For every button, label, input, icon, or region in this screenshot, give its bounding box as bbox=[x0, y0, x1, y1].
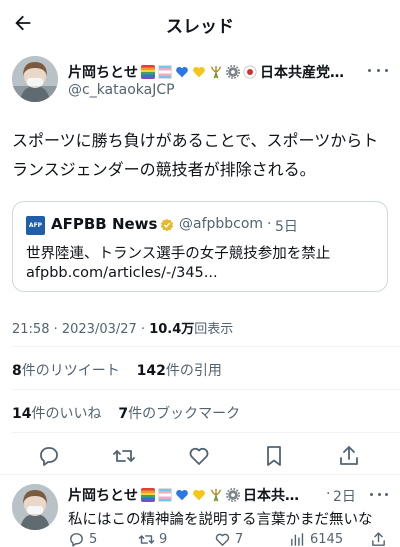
more-dot-icon bbox=[368, 68, 371, 72]
views-icon bbox=[291, 532, 304, 546]
reply-retweet-button[interactable]: 9 bbox=[138, 530, 167, 547]
more-dot-icon bbox=[377, 492, 381, 496]
gear-icon bbox=[226, 65, 240, 79]
bookmarks-stat[interactable]: 7件のブックマーク bbox=[118, 406, 240, 422]
quoted-link[interactable]: afpbb.com/articles/-/345... bbox=[26, 265, 218, 281]
like-button[interactable] bbox=[187, 444, 211, 468]
views-count: 10.4万 bbox=[149, 322, 195, 337]
blue-heart-icon bbox=[176, 489, 188, 501]
page-title: スレッド bbox=[166, 17, 234, 37]
reply-views-count: 6145 bbox=[310, 531, 344, 547]
yellow-heart-icon bbox=[193, 489, 205, 501]
reply-like-count: 7 bbox=[235, 531, 244, 547]
retweets-count: 8 bbox=[12, 363, 22, 379]
more-dot-icon bbox=[376, 68, 380, 72]
views-label: 回表示 bbox=[194, 322, 234, 337]
likes-label: 件のいいね bbox=[31, 406, 102, 422]
reply-share-button[interactable] bbox=[370, 530, 391, 547]
divider bbox=[12, 389, 400, 390]
more-dot-icon bbox=[385, 492, 388, 496]
reply-separator: · bbox=[326, 486, 331, 502]
author-emoji-row bbox=[141, 65, 260, 79]
share-button[interactable] bbox=[337, 444, 361, 468]
retweets-label: 件のリツイート bbox=[21, 363, 120, 379]
rainbow-flag-icon bbox=[141, 488, 155, 502]
bookmarks-label: 件のブックマーク bbox=[128, 406, 241, 422]
quoted-source-name: AFPBB News bbox=[51, 215, 158, 233]
quotes-count: 142 bbox=[136, 363, 166, 379]
reply-emoji-row bbox=[141, 488, 243, 502]
reply-more-button[interactable] bbox=[370, 489, 388, 499]
yellow-heart-icon bbox=[193, 66, 205, 78]
likes-stat[interactable]: 14件のいいね bbox=[12, 406, 101, 422]
retweet-icon bbox=[113, 450, 135, 462]
quoted-source-handle: @afpbbcom bbox=[179, 216, 264, 232]
reply-author-name-suffix: 日本共… bbox=[243, 488, 299, 504]
share-icon bbox=[372, 531, 385, 546]
retweet-quote-stats: 8件のリツイート 142件の引用 bbox=[12, 360, 222, 380]
post-author: 片岡ちとせ 日本共産党… @c_kataokaJCP bbox=[12, 56, 388, 108]
reply-text: 私にはこの精神論を説明する言葉かまだ無いな bbox=[68, 512, 373, 528]
author-name: 片岡ちとせ bbox=[68, 65, 138, 81]
retweet-icon bbox=[138, 534, 155, 544]
divider bbox=[12, 432, 400, 433]
reply-icon bbox=[40, 447, 58, 466]
bookmarks-count: 7 bbox=[118, 406, 129, 422]
rice-sheaf-icon bbox=[210, 65, 222, 79]
post-timestamp[interactable]: 21:58 · 2023/03/27 · bbox=[12, 322, 149, 337]
rice-sheaf-icon bbox=[210, 488, 222, 502]
transgender-flag-icon bbox=[158, 488, 172, 502]
quoted-separator: · bbox=[267, 216, 272, 232]
reply-retweet-count: 9 bbox=[159, 531, 168, 547]
bookmark-icon bbox=[267, 446, 281, 466]
reply-views-button[interactable]: 6145 bbox=[289, 530, 343, 547]
author-name-suffix: 日本共産党… bbox=[260, 65, 344, 81]
divider bbox=[0, 474, 400, 475]
author-name-row[interactable]: 片岡ちとせ 日本共産党… bbox=[68, 62, 358, 82]
quotes-label: 件の引用 bbox=[165, 363, 222, 379]
like-bookmark-stats: 14件のいいね 7件のブックマーク bbox=[12, 403, 240, 423]
reply-icon bbox=[70, 532, 83, 547]
quoted-title: 世界陸連、トランス選手の女子競技参加を禁止 bbox=[26, 246, 331, 262]
reply-post[interactable]: 片岡ちとせ 日本共… · 2日 私にはこの精神論を説明する言葉かまだ無いな 5 … bbox=[0, 476, 400, 547]
retweets-stat[interactable]: 8件のリツイート bbox=[12, 363, 120, 379]
divider bbox=[12, 346, 400, 347]
post-meta: 21:58 · 2023/03/27 · 10.4万回表示 bbox=[12, 318, 233, 337]
more-dot-icon bbox=[370, 492, 373, 496]
reply-avatar[interactable] bbox=[12, 484, 58, 530]
more-options-button[interactable] bbox=[368, 64, 388, 76]
avatar[interactable] bbox=[12, 56, 58, 102]
blue-heart-icon bbox=[176, 66, 188, 78]
verified-badge-icon bbox=[160, 218, 174, 232]
like-icon bbox=[189, 447, 209, 465]
transgender-flag-icon bbox=[158, 65, 172, 79]
quotes-stat[interactable]: 142件の引用 bbox=[137, 363, 222, 379]
reply-author-name: 片岡ちとせ bbox=[68, 488, 138, 504]
retweet-button[interactable] bbox=[112, 444, 136, 468]
quoted-time: 5日 bbox=[275, 219, 298, 235]
author-handle[interactable]: @c_kataokaJCP bbox=[68, 82, 175, 98]
likes-count: 14 bbox=[12, 406, 32, 422]
reply-reply-button[interactable]: 5 bbox=[68, 530, 97, 547]
japanese-flag-icon bbox=[243, 65, 257, 79]
reply-reply-count: 5 bbox=[89, 531, 98, 547]
reply-button[interactable] bbox=[37, 444, 61, 468]
more-dot-icon bbox=[385, 68, 388, 72]
bookmark-button[interactable] bbox=[262, 444, 286, 468]
afp-logo-icon: AFP bbox=[26, 216, 45, 235]
action-bar bbox=[0, 436, 400, 474]
share-icon bbox=[340, 446, 358, 465]
gear-icon bbox=[226, 488, 240, 502]
rainbow-flag-icon bbox=[141, 65, 155, 79]
top-bar: スレッド bbox=[0, 0, 400, 46]
reply-like-button[interactable]: 7 bbox=[214, 530, 243, 547]
reply-author-name-row[interactable]: 片岡ちとせ 日本共… bbox=[68, 486, 326, 504]
like-icon bbox=[215, 533, 230, 546]
quoted-post-card[interactable]: AFP AFPBB News @afpbbcom · 5日 世界陸連、トランス選… bbox=[12, 201, 388, 292]
reply-time[interactable]: 2日 bbox=[333, 486, 356, 506]
post-text: スポーツに勝ち負けがあることで、スポーツからトランスジェンダーの競技者が排除され… bbox=[12, 131, 379, 179]
